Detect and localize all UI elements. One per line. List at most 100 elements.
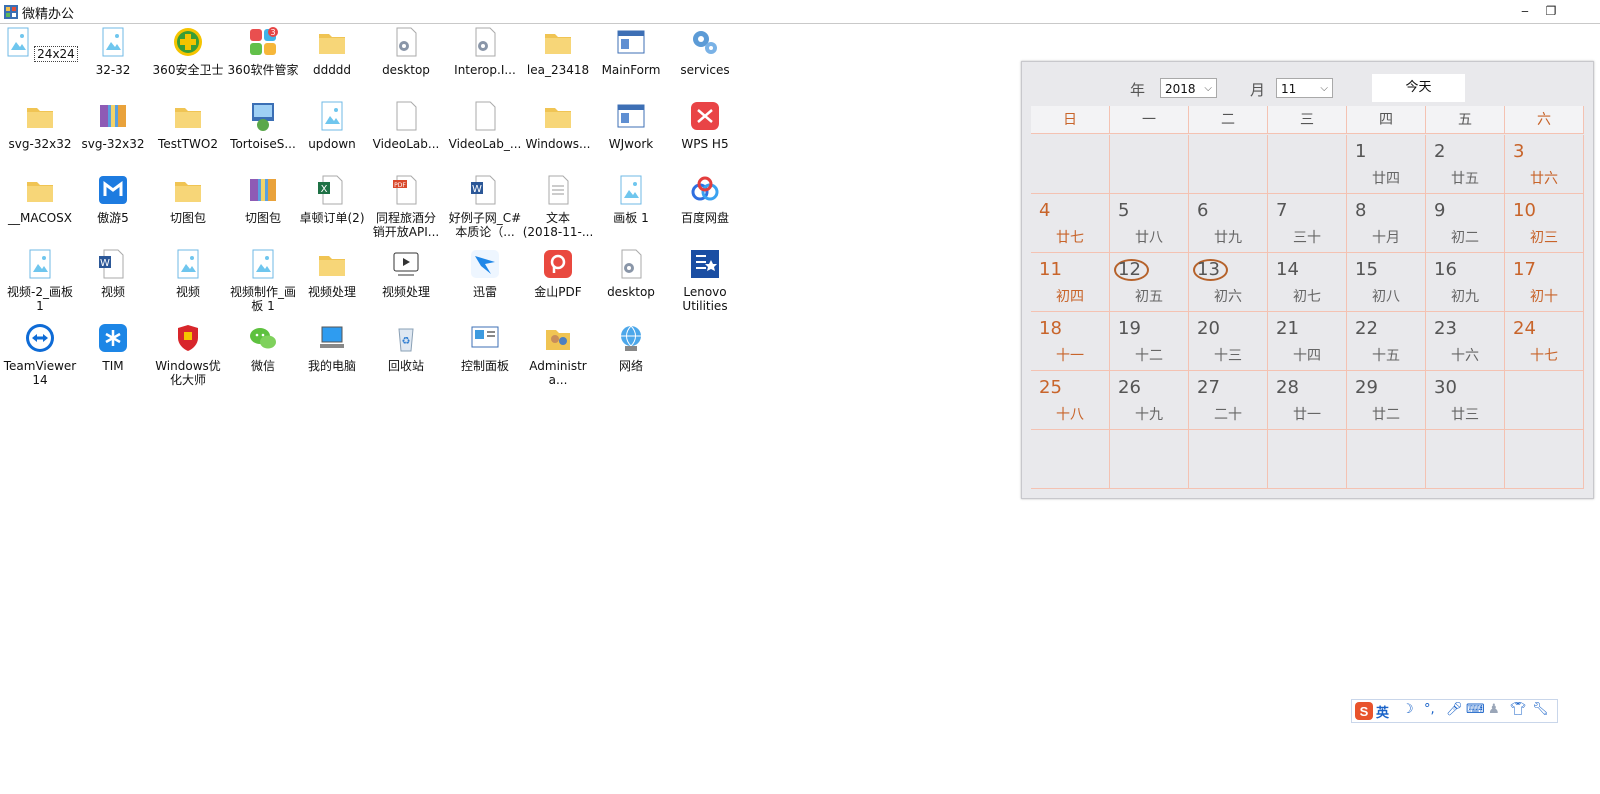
ime-mode-toggle[interactable]: 英 [1376, 702, 1389, 721]
desktop-icon[interactable]: 切图包 [225, 174, 301, 225]
desktop-icon[interactable]: 百度网盘 [667, 174, 743, 225]
calendar-day-cell[interactable]: 13 初六 [1189, 253, 1268, 312]
desktop-icon[interactable]: ddddd [294, 26, 370, 77]
desktop-icon[interactable]: Lenovo Utilities [667, 248, 743, 313]
calendar-day-cell[interactable]: 10 初三 [1505, 194, 1584, 253]
year-select[interactable]: 2018 ⌵ [1160, 78, 1217, 98]
desktop-icon[interactable]: 画板 1 [593, 174, 669, 225]
calendar-day-cell[interactable] [1189, 135, 1268, 194]
desktop-icon[interactable]: 360安全卫士 [150, 26, 226, 77]
calendar-day-cell[interactable]: 12 初五 [1110, 253, 1189, 312]
desktop-icon[interactable]: ♻ 回收站 [368, 322, 444, 373]
calendar-day-cell[interactable]: 20 十三 [1189, 312, 1268, 371]
desktop-icon[interactable]: 视频处理 [294, 248, 370, 299]
desktop-icon[interactable]: X 卓顿订单(2) [294, 174, 370, 225]
desktop-icon[interactable]: services [667, 26, 743, 77]
desktop-icon[interactable]: WJwork [593, 100, 669, 151]
desktop-icon[interactable]: MainForm [593, 26, 669, 77]
desktop-icon[interactable]: Interop.I... [447, 26, 523, 77]
calendar-day-cell[interactable]: 5 廿八 [1110, 194, 1189, 253]
calendar-day-cell[interactable]: 4 廿七 [1031, 194, 1110, 253]
calendar-day-cell[interactable] [1189, 430, 1268, 489]
desktop-icon[interactable]: 32-32 [75, 26, 151, 77]
mic-icon[interactable]: 🎤︎ [1446, 702, 1463, 717]
desktop-icon[interactable]: 金山PDF [520, 248, 596, 299]
desktop-icon[interactable]: TIM [75, 322, 151, 373]
calendar-day-cell[interactable] [1426, 430, 1505, 489]
desktop-icon[interactable]: W 好例子网_C# 本质论（... [447, 174, 523, 239]
calendar-day-cell[interactable]: 25 十八 [1031, 371, 1110, 430]
calendar-day-cell[interactable] [1110, 135, 1189, 194]
calendar-day-cell[interactable] [1505, 371, 1584, 430]
desktop-icon[interactable]: Administra... [520, 322, 596, 387]
desktop-icon[interactable]: 网络 [593, 322, 669, 373]
tools-icon[interactable]: 🔧︎ [1532, 702, 1549, 717]
desktop-icon[interactable]: svg-32x32 [2, 100, 78, 151]
calendar-day-cell[interactable]: 30 廿三 [1426, 371, 1505, 430]
calendar-day-cell[interactable]: 7 三十 [1268, 194, 1347, 253]
desktop-icon[interactable]: 视频处理 [368, 248, 444, 299]
desktop-icon[interactable]: PDF 同程旅酒分 销开放API... [368, 174, 444, 239]
desktop-icon[interactable]: Windows优 化大师 [150, 322, 226, 387]
desktop-icon[interactable]: lea_23418 [520, 26, 596, 77]
calendar-day-cell[interactable]: 15 初八 [1347, 253, 1426, 312]
desktop-icon[interactable]: WPS H5 [667, 100, 743, 151]
calendar-day-cell[interactable] [1505, 430, 1584, 489]
desktop-icon[interactable]: 24x24 [2, 26, 78, 62]
desktop-icon[interactable]: 控制面板 [447, 322, 523, 373]
skin-icon[interactable]: 👕︎ [1510, 702, 1527, 717]
calendar-day-cell[interactable]: 26 十九 [1110, 371, 1189, 430]
desktop-icon[interactable]: 3 360软件管家 [225, 26, 301, 77]
calendar-day-cell[interactable]: 6 廿九 [1189, 194, 1268, 253]
calendar-day-cell[interactable]: 21 十四 [1268, 312, 1347, 371]
calendar-day-cell[interactable]: 9 初二 [1426, 194, 1505, 253]
calendar-day-cell[interactable] [1347, 430, 1426, 489]
month-select[interactable]: 11 ⌵ [1276, 78, 1333, 98]
desktop-icon[interactable]: Windows... [520, 100, 596, 151]
desktop-icon[interactable]: VideoLab_... [447, 100, 523, 151]
calendar-day-cell[interactable]: 23 十六 [1426, 312, 1505, 371]
calendar-day-cell[interactable]: 3 廿六 [1505, 135, 1584, 194]
calendar-day-cell[interactable]: 1 廿四 [1347, 135, 1426, 194]
moon-icon[interactable]: ☽ [1402, 702, 1414, 717]
calendar-day-cell[interactable]: 16 初九 [1426, 253, 1505, 312]
minimize-button[interactable]: ‒ [1514, 2, 1536, 20]
desktop-icon[interactable]: updown [294, 100, 370, 151]
restore-button[interactable]: ❐ [1540, 2, 1562, 20]
calendar-day-cell[interactable] [1110, 430, 1189, 489]
desktop-icon[interactable]: desktop [593, 248, 669, 299]
today-button[interactable]: 今天 [1372, 74, 1465, 102]
desktop-icon[interactable]: 文本 (2018-11-... [520, 174, 596, 239]
calendar-day-cell[interactable] [1268, 430, 1347, 489]
desktop-icon[interactable]: 切图包 [150, 174, 226, 225]
desktop-icon[interactable]: 微信 [225, 322, 301, 373]
sogou-logo-icon[interactable]: S [1355, 702, 1373, 720]
desktop-icon[interactable]: TeamViewer 14 [2, 322, 78, 387]
desktop-icon[interactable]: W 视频 [75, 248, 151, 299]
desktop-icon[interactable]: svg-32x32 [75, 100, 151, 151]
calendar-day-cell[interactable]: 22 十五 [1347, 312, 1426, 371]
punctuation-icon[interactable]: °, [1424, 702, 1435, 717]
desktop-icon[interactable]: TortoiseS... [225, 100, 301, 151]
calendar-day-cell[interactable]: 14 初七 [1268, 253, 1347, 312]
calendar-day-cell[interactable]: 27 二十 [1189, 371, 1268, 430]
desktop-icon[interactable]: __MACOSX [2, 174, 78, 225]
calendar-day-cell[interactable]: 29 廿二 [1347, 371, 1426, 430]
calendar-day-cell[interactable]: 24 十七 [1505, 312, 1584, 371]
desktop-icon[interactable]: 视频 [150, 248, 226, 299]
calendar-day-cell[interactable]: 8 十月 [1347, 194, 1426, 253]
calendar-day-cell[interactable]: 17 初十 [1505, 253, 1584, 312]
desktop-icon[interactable]: VideoLab... [368, 100, 444, 151]
calendar-day-cell[interactable]: 18 十一 [1031, 312, 1110, 371]
desktop-icon[interactable]: 视频制作_画 板 1 [225, 248, 301, 313]
calendar-day-cell[interactable] [1031, 135, 1110, 194]
desktop-icon[interactable]: 视频-2_画板 1 [2, 248, 78, 313]
desktop-icon[interactable]: TestTWO2 [150, 100, 226, 151]
ime-toolbar[interactable]: S 英 ☽ °, 🎤︎ ⌨ ♟ 👕︎ 🔧︎ [1351, 699, 1558, 723]
desktop-icon[interactable]: 傲游5 [75, 174, 151, 225]
desktop-icon[interactable]: 我的电脑 [294, 322, 370, 373]
desktop-icon[interactable]: 迅雷 [447, 248, 523, 299]
desktop-icon[interactable]: desktop [368, 26, 444, 77]
calendar-day-cell[interactable]: 11 初四 [1031, 253, 1110, 312]
calendar-day-cell[interactable]: 28 廿一 [1268, 371, 1347, 430]
